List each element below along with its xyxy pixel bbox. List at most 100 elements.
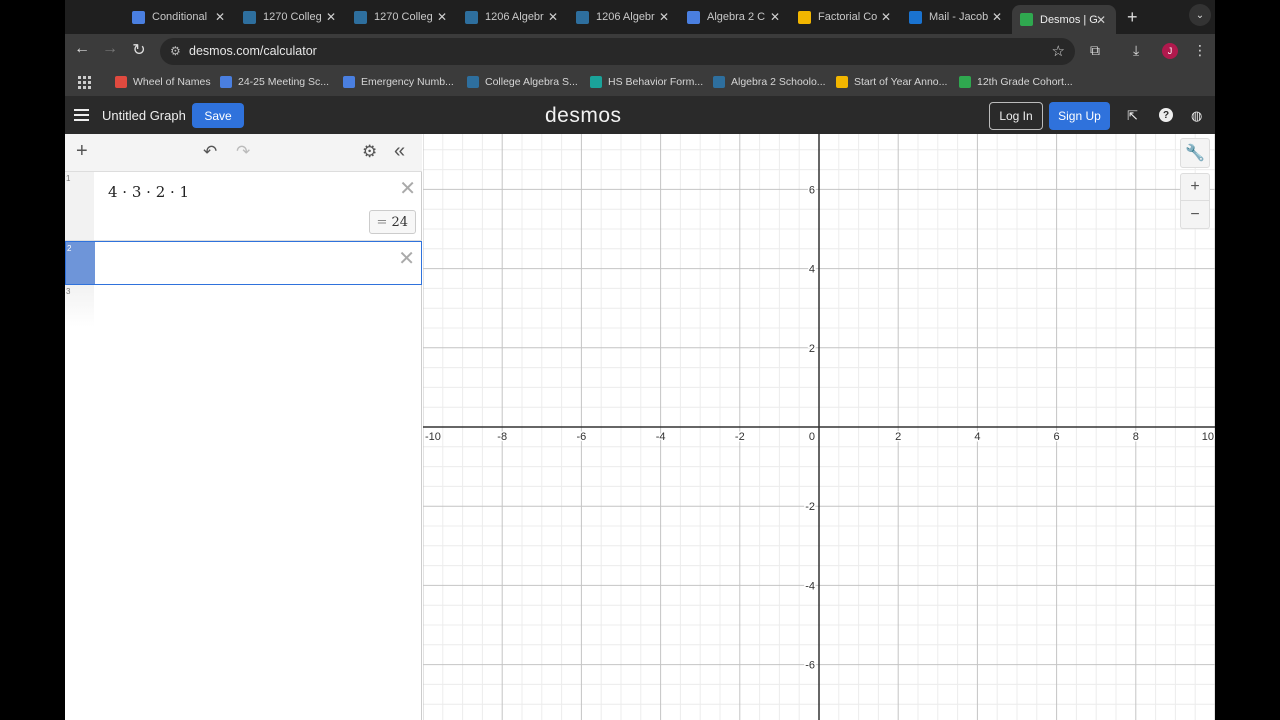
site-info-icon[interactable]: ⚙ bbox=[170, 44, 181, 58]
help-icon[interactable]: ? bbox=[1159, 108, 1173, 122]
x-tick-label: 6 bbox=[1054, 431, 1060, 443]
bookmark-label: HS Behavior Form... bbox=[608, 76, 704, 88]
x-tick-label: 8 bbox=[1133, 431, 1139, 443]
expression-row-2[interactable]: 2 ✕ bbox=[65, 241, 422, 285]
browser-tab[interactable]: Conditional ✕ bbox=[132, 5, 227, 29]
share-icon[interactable]: ⇱ bbox=[1127, 108, 1138, 124]
tab-label: Algebra 2 C bbox=[707, 11, 766, 23]
bookmark-favicon-icon bbox=[836, 76, 848, 88]
bookmark-item[interactable]: Start of Year Anno... bbox=[836, 76, 947, 88]
bookmark-label: College Algebra S... bbox=[485, 76, 578, 88]
forward-icon[interactable]: → bbox=[99, 40, 121, 58]
tab-label: Conditional bbox=[152, 11, 208, 23]
profile-avatar[interactable]: J bbox=[1162, 43, 1178, 59]
url-text: desmos.com/calculator bbox=[189, 44, 317, 58]
browser-window: Conditional ✕ 1270 Colleg ✕ 1270 Colleg ✕ 1206… bbox=[65, 0, 1215, 720]
browser-tab[interactable]: Desmos | G ✕ bbox=[1012, 5, 1116, 34]
outlook-icon bbox=[909, 10, 922, 24]
address-bar[interactable]: ⚙ desmos.com/calculator ☆ bbox=[160, 38, 1075, 65]
x-tick-label: -10 bbox=[425, 431, 441, 443]
browser-tab[interactable]: 1206 Algebr ✕ bbox=[576, 5, 671, 29]
docs-icon bbox=[132, 10, 145, 24]
close-tab-icon[interactable]: ✕ bbox=[435, 10, 449, 24]
expression-row-1[interactable]: 1 4 · 3 · 2 · 1 ✕ = 24 bbox=[65, 172, 422, 241]
x-tick-label: 0 bbox=[809, 431, 815, 443]
graph-canvas[interactable]: -10 -8 -6 -4 -2 0 2 4 6 8 10 6 4 2 -2 -4 -6 bbox=[423, 134, 1215, 720]
new-tab-button[interactable]: + bbox=[1127, 7, 1138, 28]
zoom-out-icon[interactable]: − bbox=[1180, 201, 1210, 229]
reload-icon[interactable]: ↻ bbox=[128, 40, 150, 60]
browser-tab[interactable]: 1270 Colleg ✕ bbox=[354, 5, 449, 29]
close-tab-icon[interactable]: ✕ bbox=[768, 10, 782, 24]
extensions-icon[interactable]: ⧉ bbox=[1090, 42, 1100, 59]
bookmark-label: 24-25 Meeting Sc... bbox=[238, 76, 330, 88]
expression-math[interactable]: 4 · 3 · 2 · 1 bbox=[108, 183, 189, 201]
expression-number: 2 bbox=[67, 244, 72, 253]
bookmark-favicon-icon bbox=[590, 76, 602, 88]
bookmark-item[interactable]: HS Behavior Form... bbox=[590, 76, 703, 88]
bookmark-item[interactable]: 24-25 Meeting Sc... bbox=[220, 76, 329, 88]
wrench-icon[interactable]: 🔧 bbox=[1180, 138, 1210, 168]
close-tab-icon[interactable]: ✕ bbox=[546, 10, 560, 24]
browser-tab[interactable]: 1270 Colleg ✕ bbox=[243, 5, 338, 29]
menu-icon[interactable] bbox=[74, 109, 89, 121]
pearson-icon bbox=[243, 10, 256, 24]
drive-icon bbox=[798, 10, 811, 24]
close-tab-icon[interactable]: ✕ bbox=[1094, 13, 1108, 27]
graph-paper[interactable]: -10 -8 -6 -4 -2 0 2 4 6 8 10 6 4 2 -2 -4 -6 🔧 + − bbox=[423, 134, 1215, 720]
browser-tab[interactable]: Factorial Co ✕ bbox=[798, 5, 893, 29]
x-tick-label: -4 bbox=[656, 431, 666, 443]
undo-icon[interactable]: ↶ bbox=[203, 142, 217, 162]
expression-row-3[interactable]: 3 bbox=[65, 285, 422, 327]
browser-tab[interactable]: Algebra 2 C ✕ bbox=[687, 5, 782, 29]
add-item-icon[interactable]: + bbox=[76, 140, 88, 163]
bookmark-item[interactable]: Algebra 2 Schoolo... bbox=[713, 76, 826, 88]
bookmark-favicon-icon bbox=[115, 76, 127, 88]
bookmark-item[interactable]: Wheel of Names bbox=[115, 76, 211, 88]
bookmark-item[interactable]: Emergency Numb... bbox=[343, 76, 454, 88]
redo-icon[interactable]: ↷ bbox=[236, 142, 250, 162]
collapse-panel-icon[interactable]: « bbox=[394, 140, 405, 163]
tab-label: 1206 Algebr bbox=[596, 11, 655, 23]
delete-expression-icon[interactable]: ✕ bbox=[399, 176, 416, 201]
sign-up-button[interactable]: Sign Up bbox=[1049, 102, 1110, 130]
bookmark-favicon-icon bbox=[343, 76, 355, 88]
bookmark-label: Emergency Numb... bbox=[361, 76, 454, 88]
download-icon[interactable]: ⤓ bbox=[1133, 42, 1139, 59]
bookmark-label: Start of Year Anno... bbox=[854, 76, 948, 88]
language-globe-icon[interactable]: ◍ bbox=[1191, 108, 1202, 124]
y-tick-label: -4 bbox=[805, 580, 815, 592]
bookmark-item[interactable]: College Algebra S... bbox=[467, 76, 578, 88]
apps-grid-icon[interactable] bbox=[78, 76, 91, 89]
close-tab-icon[interactable]: ✕ bbox=[213, 10, 227, 24]
expression-number: 1 bbox=[66, 174, 71, 183]
bookmark-label: 12th Grade Cohort... bbox=[977, 76, 1073, 88]
close-tab-icon[interactable]: ✕ bbox=[879, 10, 893, 24]
tab-label: 1206 Algebr bbox=[485, 11, 544, 23]
bookmark-star-icon[interactable]: ☆ bbox=[1052, 42, 1065, 60]
back-icon[interactable]: ← bbox=[71, 40, 93, 58]
tab-label: 1270 Colleg bbox=[263, 11, 322, 23]
close-tab-icon[interactable]: ✕ bbox=[324, 10, 338, 24]
settings-gear-icon[interactable]: ⚙ bbox=[362, 142, 377, 162]
expression-toolbar: + ↶ ↷ ⚙ « bbox=[65, 134, 422, 172]
graph-title[interactable]: Untitled Graph bbox=[102, 108, 186, 123]
save-button[interactable]: Save bbox=[192, 103, 244, 128]
bookmark-item[interactable]: 12th Grade Cohort... bbox=[959, 76, 1073, 88]
close-tab-icon[interactable]: ✕ bbox=[657, 10, 671, 24]
tab-search-button[interactable]: ⌄ bbox=[1189, 4, 1211, 26]
browser-tab[interactable]: 1206 Algebr ✕ bbox=[465, 5, 560, 29]
pearson-icon bbox=[354, 10, 367, 24]
log-in-button[interactable]: Log In bbox=[989, 102, 1043, 130]
close-tab-icon[interactable]: ✕ bbox=[990, 10, 1004, 24]
pearson-icon bbox=[465, 10, 478, 24]
zoom-in-icon[interactable]: + bbox=[1180, 173, 1210, 201]
expression-number: 3 bbox=[66, 287, 71, 296]
browser-tab[interactable]: Mail - Jacob ✕ bbox=[909, 5, 1004, 29]
bookmark-favicon-icon bbox=[959, 76, 971, 88]
y-tick-label: 4 bbox=[809, 264, 815, 276]
browser-menu-icon[interactable]: ⋮ bbox=[1193, 42, 1207, 59]
x-tick-label: 2 bbox=[895, 431, 901, 443]
delete-expression-icon[interactable]: ✕ bbox=[398, 246, 415, 271]
evaluation-result: = 24 bbox=[368, 210, 416, 234]
